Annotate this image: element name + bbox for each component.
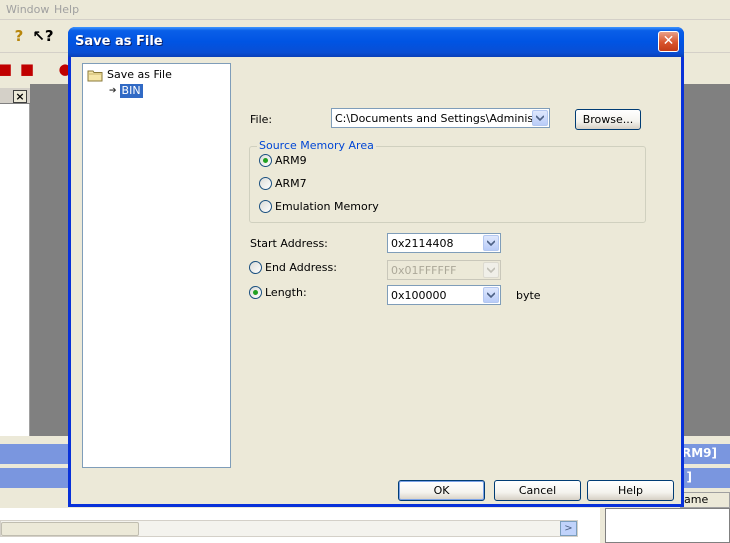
length-label: Length: bbox=[265, 286, 307, 299]
toolbar-tool-icon[interactable]: ■ bbox=[0, 60, 14, 78]
radio-arm9[interactable]: ARM9 bbox=[259, 154, 307, 167]
file-label: File: bbox=[250, 113, 273, 126]
end-address-label: End Address: bbox=[265, 261, 337, 274]
radio-checked-icon bbox=[249, 286, 262, 299]
browse-button[interactable]: Browse... bbox=[575, 109, 641, 130]
app-right-list bbox=[605, 508, 730, 543]
scroll-right-icon[interactable]: > bbox=[560, 521, 577, 536]
dialog-body: Save as File ➔ BIN File: C:\Documents an… bbox=[71, 57, 681, 504]
start-address-label: Start Address: bbox=[250, 237, 328, 250]
tree-child-label: BIN bbox=[119, 84, 143, 98]
source-memory-area-legend: Source Memory Area bbox=[257, 139, 376, 152]
arrow-right-icon: ➔ bbox=[109, 86, 117, 96]
start-address-combo[interactable]: 0x2114408 bbox=[387, 233, 501, 253]
context-help-icon[interactable]: ↖? bbox=[32, 27, 53, 45]
tree-item-save-as-file[interactable]: Save as File bbox=[87, 68, 172, 81]
radio-checked-icon bbox=[259, 154, 272, 167]
radio-length[interactable]: Length: bbox=[249, 286, 307, 299]
tree-root-label: Save as File bbox=[107, 68, 172, 81]
dialog-titlebar[interactable]: Save as File ✕ bbox=[68, 27, 684, 57]
pane-close-icon[interactable]: × bbox=[13, 90, 27, 103]
folder-icon bbox=[87, 69, 103, 81]
chevron-down-icon[interactable] bbox=[483, 287, 499, 303]
length-combo[interactable]: 0x100000 bbox=[387, 285, 501, 305]
radio-end-address[interactable]: End Address: bbox=[249, 261, 337, 274]
scrollbar-thumb[interactable] bbox=[1, 522, 139, 536]
radio-arm9-label: ARM9 bbox=[275, 154, 307, 167]
ok-button[interactable]: OK bbox=[398, 480, 485, 501]
chevron-down-icon bbox=[483, 262, 499, 278]
help-icon[interactable]: ? bbox=[10, 27, 28, 45]
file-path-value: C:\Documents and Settings\Administrator bbox=[335, 111, 532, 125]
length-value: 0x100000 bbox=[391, 288, 447, 302]
radio-emulation-memory-label: Emulation Memory bbox=[275, 200, 379, 213]
toolbar-tool-icon-2[interactable]: ■ bbox=[18, 60, 36, 78]
menu-help[interactable]: Help bbox=[54, 3, 79, 16]
panel-strip-label-2: ] bbox=[686, 470, 692, 484]
radio-unchecked-icon bbox=[259, 200, 272, 213]
menu-window[interactable]: Window bbox=[6, 3, 49, 16]
category-tree[interactable]: Save as File ➔ BIN bbox=[82, 63, 231, 468]
start-address-value: 0x2114408 bbox=[391, 236, 454, 250]
panel-strip-label: RM9] bbox=[681, 446, 717, 460]
radio-unchecked-icon bbox=[259, 177, 272, 190]
horizontal-scrollbar[interactable]: > bbox=[0, 520, 578, 537]
end-address-value: 0x01FFFFFF bbox=[391, 263, 457, 277]
app-left-pane bbox=[0, 88, 30, 436]
file-path-combo[interactable]: C:\Documents and Settings\Administrator bbox=[331, 108, 550, 128]
dialog-title: Save as File bbox=[75, 34, 163, 49]
app-menubar: Window Help bbox=[0, 0, 730, 20]
list-column-header[interactable]: ame bbox=[680, 492, 730, 508]
end-address-combo: 0x01FFFFFF bbox=[387, 260, 501, 280]
radio-emulation-memory[interactable]: Emulation Memory bbox=[259, 200, 379, 213]
radio-arm7[interactable]: ARM7 bbox=[259, 177, 307, 190]
length-unit-label: byte bbox=[516, 289, 541, 302]
chevron-down-icon[interactable] bbox=[483, 235, 499, 251]
chevron-down-icon[interactable] bbox=[532, 110, 548, 126]
close-button[interactable]: ✕ bbox=[658, 31, 679, 52]
save-as-file-dialog: Save as File ✕ Save as File ➔ BIN File: bbox=[68, 27, 684, 507]
tree-item-bin[interactable]: ➔ BIN bbox=[109, 84, 143, 98]
help-button[interactable]: Help bbox=[587, 480, 674, 501]
radio-unchecked-icon bbox=[249, 261, 262, 274]
radio-arm7-label: ARM7 bbox=[275, 177, 307, 190]
cancel-button[interactable]: Cancel bbox=[494, 480, 581, 501]
